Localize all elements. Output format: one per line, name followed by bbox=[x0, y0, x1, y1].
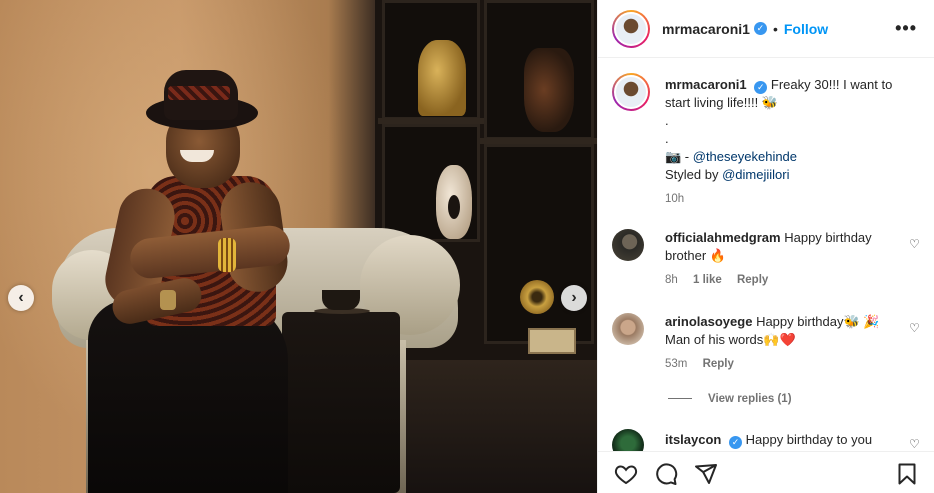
verified-icon: ✓ bbox=[728, 436, 742, 449]
caption-username[interactable]: mrmacaroni1 bbox=[665, 77, 747, 92]
comment-username[interactable]: officialahmedgram bbox=[665, 230, 781, 245]
comment-item: officialahmedgram Happy birthday brother… bbox=[612, 229, 921, 297]
instagram-post-modal: ‹ › mrmacaroni1 ✓ • Follow ••• mrmacaron… bbox=[0, 0, 934, 493]
styled-by-line: Styled by @dimejiilori bbox=[665, 166, 907, 184]
man-legs bbox=[88, 300, 288, 493]
shelf-board bbox=[378, 118, 484, 124]
bangles bbox=[218, 238, 236, 272]
wristwatch bbox=[160, 290, 176, 310]
heart-icon[interactable]: ♡ bbox=[909, 237, 921, 251]
side-table bbox=[282, 312, 400, 493]
post-header: mrmacaroni1 ✓ • Follow ••• bbox=[598, 0, 934, 58]
mention-link[interactable]: @theseyekehinde bbox=[693, 149, 797, 164]
heart-icon[interactable]: ♡ bbox=[909, 321, 921, 335]
comment-icon[interactable] bbox=[654, 462, 678, 486]
follow-button[interactable]: Follow bbox=[784, 21, 828, 37]
reply-button[interactable]: Reply bbox=[703, 358, 734, 370]
camera-emoji-prefix: 📷 - bbox=[665, 149, 693, 164]
caption-dot: . bbox=[665, 131, 669, 146]
post-side-panel: mrmacaroni1 ✓ • Follow ••• mrmacaroni1 ✓… bbox=[597, 0, 934, 493]
carousel-prev-button[interactable]: ‹ bbox=[8, 285, 34, 311]
chevron-right-icon: › bbox=[571, 289, 577, 306]
comment-item: arinolasoyege Happy birthday🐝 🎉 Man of h… bbox=[612, 313, 921, 381]
cup bbox=[322, 290, 360, 310]
comment-username[interactable]: arinolasoyege bbox=[665, 314, 752, 329]
white-vase bbox=[436, 165, 472, 239]
gold-statue bbox=[418, 40, 466, 116]
floor bbox=[380, 360, 597, 493]
caption-meta: 10h bbox=[665, 190, 907, 208]
comment-text: Happy birthday to you bbox=[745, 432, 873, 447]
glass-vase bbox=[524, 48, 574, 132]
author-avatar[interactable] bbox=[612, 9, 650, 48]
comments-scroll-area[interactable]: mrmacaroni1 ✓ Freaky 30!!! I want to sta… bbox=[598, 59, 934, 451]
caption-row: mrmacaroni1 ✓ Freaky 30!!! I want to sta… bbox=[612, 73, 921, 213]
gramophone-box bbox=[528, 328, 576, 354]
comment-text-block: officialahmedgram Happy birthday brother… bbox=[665, 229, 895, 289]
post-action-bar bbox=[598, 451, 934, 493]
photo-credit-line: 📷 - @theseyekehinde bbox=[665, 148, 907, 166]
author-username[interactable]: mrmacaroni1 bbox=[662, 21, 750, 37]
comment-username[interactable]: itslaycon bbox=[665, 432, 721, 447]
gramophone-horn bbox=[520, 280, 554, 314]
commenter-avatar[interactable] bbox=[612, 229, 644, 261]
verified-icon: ✓ bbox=[753, 22, 767, 35]
heart-icon[interactable] bbox=[614, 462, 638, 486]
mention-link[interactable]: @dimejiilori bbox=[722, 167, 789, 182]
carousel-next-button[interactable]: › bbox=[561, 285, 587, 311]
caption-text-block: mrmacaroni1 ✓ Freaky 30!!! I want to sta… bbox=[665, 76, 907, 208]
styled-by-prefix: Styled by bbox=[665, 167, 723, 182]
comment-timestamp: 8h bbox=[665, 274, 678, 286]
hat-band bbox=[168, 86, 230, 100]
comment-likes[interactable]: 1 like bbox=[693, 274, 722, 286]
reply-button[interactable]: Reply bbox=[737, 274, 768, 286]
verified-icon: ✓ bbox=[754, 81, 768, 94]
comment-item: itslaycon ✓ Happy birthday to you ♡ bbox=[612, 429, 921, 451]
bookmark-icon[interactable] bbox=[895, 462, 919, 486]
post-photo[interactable]: ‹ › bbox=[0, 0, 597, 493]
chevron-left-icon: ‹ bbox=[18, 289, 24, 306]
header-separator: • bbox=[772, 20, 778, 37]
comment-text-block: itslaycon ✓ Happy birthday to you bbox=[665, 431, 895, 449]
commenter-avatar[interactable] bbox=[612, 429, 644, 451]
shelf-board bbox=[480, 138, 597, 144]
view-replies-button[interactable]: View replies (1) bbox=[668, 393, 792, 405]
caption-avatar[interactable] bbox=[612, 73, 650, 111]
heart-icon[interactable]: ♡ bbox=[909, 437, 921, 451]
share-icon[interactable] bbox=[694, 462, 718, 486]
comment-timestamp: 53m bbox=[665, 358, 688, 370]
comment-text-block: arinolasoyege Happy birthday🐝 🎉 Man of h… bbox=[665, 313, 895, 373]
comment-meta: 8h 1 like Reply bbox=[665, 271, 895, 289]
comment-meta: 53m Reply bbox=[665, 355, 895, 373]
commenter-avatar[interactable] bbox=[612, 313, 644, 345]
caption-timestamp: 10h bbox=[665, 193, 685, 205]
more-icon[interactable]: ••• bbox=[895, 18, 917, 39]
caption-dot: . bbox=[665, 113, 669, 128]
